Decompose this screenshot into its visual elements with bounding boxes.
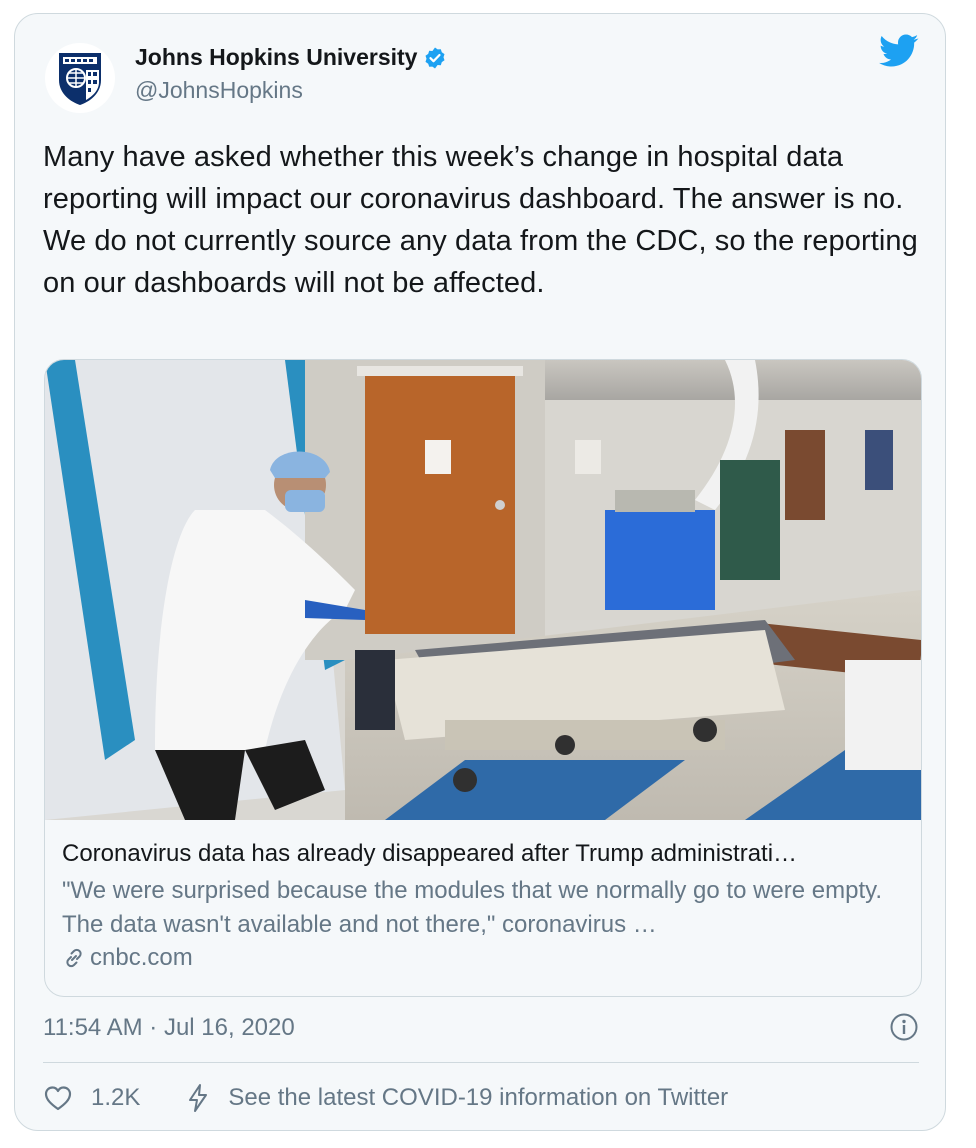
author-row[interactable]: Johns Hopkins University bbox=[135, 44, 447, 71]
tweet-text: Many have asked whether this week’s chan… bbox=[43, 141, 918, 299]
account-name[interactable]: Johns Hopkins University bbox=[135, 44, 417, 71]
bolt-icon bbox=[189, 1084, 208, 1112]
divider bbox=[43, 1062, 919, 1063]
link-domain: cnbc.com bbox=[90, 944, 193, 971]
hospital-photo[interactable] bbox=[45, 360, 921, 820]
twitter-bird-icon[interactable] bbox=[879, 34, 919, 68]
avatar[interactable] bbox=[45, 43, 115, 113]
jhu-shield-icon bbox=[59, 53, 101, 105]
heart-icon[interactable] bbox=[43, 1084, 73, 1112]
timestamp[interactable]: 11:54 AM · Jul 16, 2020 bbox=[43, 1014, 295, 1042]
like-count[interactable]: 1.2K bbox=[91, 1084, 140, 1112]
tweet-card[interactable]: Johns Hopkins University @JohnsHopkins M… bbox=[14, 13, 946, 1131]
link-title[interactable]: Coronavirus data has already disappeared… bbox=[62, 840, 907, 868]
verified-badge-icon bbox=[425, 47, 445, 68]
info-icon[interactable] bbox=[889, 1012, 919, 1042]
account-handle[interactable]: @JohnsHopkins bbox=[135, 77, 303, 104]
link-icon bbox=[66, 948, 82, 968]
covid-info-link[interactable]: See the latest COVID-19 information on T… bbox=[228, 1084, 728, 1112]
action-bar: 1.2K See the latest COVID-19 information… bbox=[43, 1080, 728, 1116]
link-domain-row[interactable]: cnbc.com bbox=[62, 944, 193, 972]
link-description: "We were surprised because the modules t… bbox=[62, 877, 883, 938]
link-preview-card[interactable]: Coronavirus data has already disappeared… bbox=[44, 359, 922, 997]
